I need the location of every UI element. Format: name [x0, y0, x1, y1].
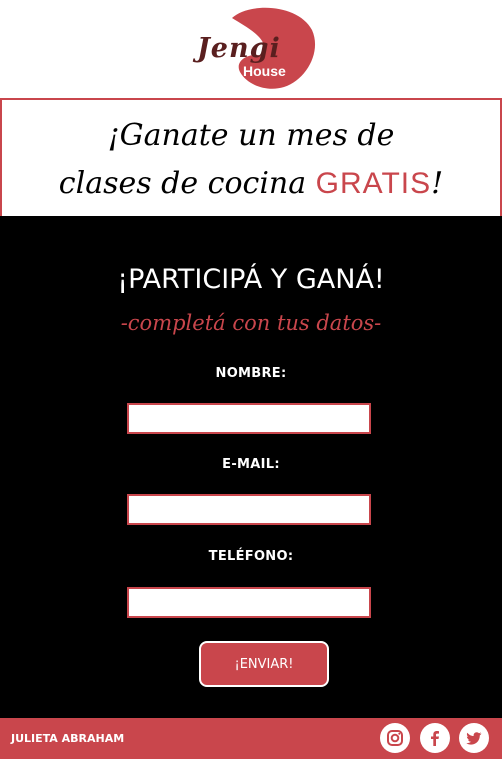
- phone-label: TELÉFONO:: [208, 549, 294, 564]
- header: Jengi House: [0, 0, 502, 98]
- twitter-icon[interactable]: [459, 723, 489, 753]
- name-label: NOMBRE:: [215, 366, 287, 381]
- footer-author: JULIETA ABRAHAM: [11, 732, 125, 745]
- form-subtitle: -completá con tus datos-: [120, 311, 382, 335]
- email-label: E-MAIL:: [222, 457, 280, 472]
- promo-line-2: clases de cocina GRATIS!: [2, 160, 500, 208]
- promo-line-2-suffix: !: [431, 166, 444, 201]
- footer: JULIETA ABRAHAM: [0, 718, 502, 759]
- instagram-icon[interactable]: [380, 723, 410, 753]
- promo-banner: ¡Ganate un mes de clases de cocina GRATI…: [0, 98, 502, 220]
- logo-name[interactable]: Jengi: [197, 33, 281, 64]
- name-field[interactable]: [127, 403, 371, 434]
- promo-line-2-prefix: clases de cocina: [58, 166, 316, 201]
- logo-subtitle: House: [243, 63, 286, 79]
- promo-highlight: GRATIS: [315, 167, 432, 200]
- facebook-icon[interactable]: [420, 723, 450, 753]
- email-field[interactable]: [127, 494, 371, 525]
- promo-line-1: ¡Ganate un mes de: [107, 118, 395, 153]
- phone-field[interactable]: [127, 587, 371, 618]
- send-button[interactable]: ¡ENVIAR!: [199, 641, 329, 687]
- form-title: ¡PARTICIPÁ Y GANÁ!: [117, 264, 385, 295]
